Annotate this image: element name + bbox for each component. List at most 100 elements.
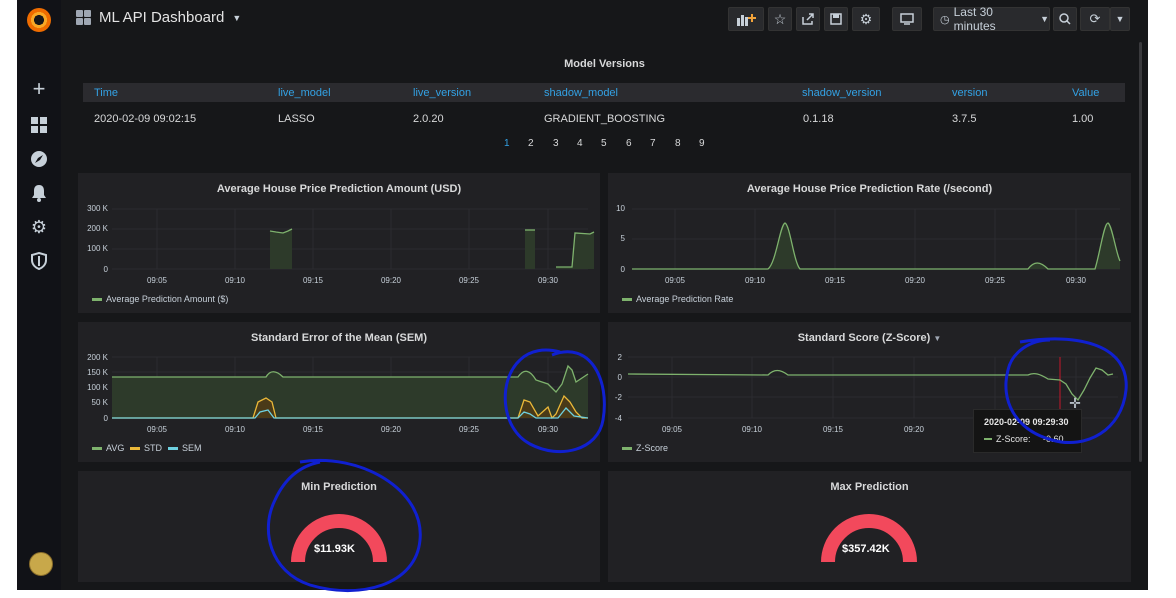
star-button[interactable]: ☆ <box>768 7 792 31</box>
prediction-amount-chart: 300 K 200 K 100 K 0 09:05 09:10 09:15 09… <box>87 204 595 285</box>
plus-icon[interactable]: + <box>28 76 50 101</box>
x-tick: 09:10 <box>225 276 246 285</box>
table-cell: LASSO <box>278 113 315 125</box>
y-tick: 50 K <box>92 398 109 407</box>
y-tick: 2 <box>618 353 623 362</box>
legend-item[interactable]: AVG <box>92 443 124 453</box>
graph-tooltip: 2020-02-09 09:29:30 Z-Score: -0.60 <box>973 409 1082 453</box>
dashboard-picker[interactable]: ML API Dashboard ▼ <box>76 9 241 26</box>
gauge-value: $11.93K <box>314 543 355 555</box>
x-tick: 09:25 <box>985 276 1006 285</box>
prediction-rate-chart: 10 5 0 09:05 09:10 09:15 09:20 09:25 09:… <box>616 204 1121 285</box>
tooltip-time: 2020-02-09 09:29:30 <box>984 417 1069 427</box>
shield-icon[interactable] <box>28 250 50 272</box>
legend-item[interactable]: Z-Score <box>622 443 668 453</box>
scrollbar[interactable] <box>1139 42 1142 462</box>
panel-prediction-amount[interactable]: Average House Price Prediction Amount (U… <box>78 173 600 313</box>
tooltip-value: -0.60 <box>1043 434 1064 444</box>
x-tick: 09:15 <box>303 425 324 434</box>
max-prediction-gauge <box>821 514 917 563</box>
configuration-icon[interactable]: ⚙ <box>28 216 50 238</box>
legend-item[interactable]: SEM <box>168 443 202 453</box>
pagination-page[interactable]: 3 <box>553 138 559 149</box>
save-icon <box>830 13 842 25</box>
share-button[interactable] <box>796 7 820 31</box>
pagination-page[interactable]: 1 <box>504 138 510 149</box>
x-tick: 09:10 <box>225 425 246 434</box>
pagination-page[interactable]: 5 <box>601 138 607 149</box>
add-panel-button[interactable] <box>728 7 764 31</box>
explore-icon[interactable] <box>28 148 50 170</box>
grafana-logo[interactable] <box>27 8 51 32</box>
x-tick: 09:15 <box>303 276 324 285</box>
tv-mode-button[interactable] <box>892 7 922 31</box>
settings-button[interactable]: ⚙ <box>852 7 880 31</box>
y-tick: 100 K <box>87 383 109 392</box>
x-tick: 09:25 <box>459 425 480 434</box>
y-tick: 0 <box>618 373 623 382</box>
tooltip-series: Z-Score: <box>984 434 1031 444</box>
series-area <box>632 223 1120 269</box>
y-tick: 5 <box>621 234 626 243</box>
dashboards-icon[interactable] <box>28 114 50 136</box>
share-icon <box>802 13 814 25</box>
x-tick: 09:10 <box>745 276 766 285</box>
x-tick: 09:05 <box>665 276 686 285</box>
avg-area <box>112 366 588 418</box>
y-tick: 0 <box>621 265 626 274</box>
chevron-down-icon: ▼ <box>1115 14 1125 24</box>
pagination-page[interactable]: 2 <box>528 138 534 149</box>
y-tick: 150 K <box>87 368 109 377</box>
x-tick: 09:10 <box>742 425 763 434</box>
star-icon: ☆ <box>773 10 787 27</box>
legend-item[interactable]: Average Prediction Rate <box>622 294 733 304</box>
series-line <box>627 367 1114 402</box>
pagination-page[interactable]: 6 <box>626 138 632 149</box>
column-header[interactable]: live_version <box>413 87 471 99</box>
column-header[interactable]: shadow_model <box>544 87 618 99</box>
pagination-page[interactable]: 9 <box>699 138 705 149</box>
y-tick: -4 <box>615 414 623 423</box>
pagination-page[interactable]: 7 <box>650 138 656 149</box>
chevron-down-icon: ▼ <box>232 12 242 23</box>
y-tick: 200 K <box>87 224 109 233</box>
pagination-page[interactable]: 8 <box>675 138 681 149</box>
min-prediction-gauge <box>291 514 387 563</box>
panel-prediction-rate[interactable]: Average House Price Prediction Rate (/se… <box>608 173 1131 313</box>
x-tick: 09:05 <box>147 276 168 285</box>
save-button[interactable] <box>824 7 848 31</box>
y-tick: 0 <box>104 414 109 423</box>
legend-item[interactable]: STD <box>130 443 162 453</box>
tv-mode-icon <box>900 13 914 25</box>
panel-title-model-versions: Model Versions <box>564 58 645 70</box>
add-panel-icon <box>737 14 756 26</box>
panel-min-prediction[interactable]: Min Prediction $11.93K <box>78 471 600 582</box>
x-tick: 09:05 <box>662 425 683 434</box>
panel-sem[interactable]: Standard Error of the Mean (SEM) 200 K 1… <box>78 322 600 462</box>
zoom-out-button[interactable] <box>1053 7 1077 31</box>
series-line <box>632 222 1121 270</box>
refresh-button[interactable]: ⟳ <box>1080 7 1110 31</box>
x-tick: 09:30 <box>538 425 559 434</box>
column-header[interactable]: shadow_version <box>802 87 882 99</box>
x-tick: 09:20 <box>381 276 402 285</box>
column-header[interactable]: Time <box>94 87 118 99</box>
time-range-picker[interactable]: ◷ Last 30 minutes ▼ <box>933 5 1050 33</box>
table-cell: 0.1.18 <box>803 113 834 125</box>
x-tick: 09:30 <box>538 276 559 285</box>
legend-item[interactable]: Average Prediction Amount ($) <box>92 294 228 304</box>
user-avatar[interactable] <box>29 552 53 576</box>
refresh-interval-picker[interactable]: ▼ <box>1110 7 1130 31</box>
x-tick: 09:20 <box>904 425 925 434</box>
series-area <box>270 229 292 269</box>
panel-max-prediction[interactable]: Max Prediction $357.42K <box>608 471 1131 582</box>
alerting-icon[interactable] <box>28 182 50 204</box>
zoom-out-icon <box>1059 13 1071 25</box>
column-header[interactable]: version <box>952 87 987 99</box>
pagination-page[interactable]: 4 <box>577 138 583 149</box>
x-tick: 09:20 <box>381 425 402 434</box>
table-cell: 3.7.5 <box>952 113 977 125</box>
column-header[interactable]: live_model <box>278 87 331 99</box>
dashboard-title: ML API Dashboard <box>99 9 225 26</box>
column-header[interactable]: Value <box>1072 87 1099 99</box>
